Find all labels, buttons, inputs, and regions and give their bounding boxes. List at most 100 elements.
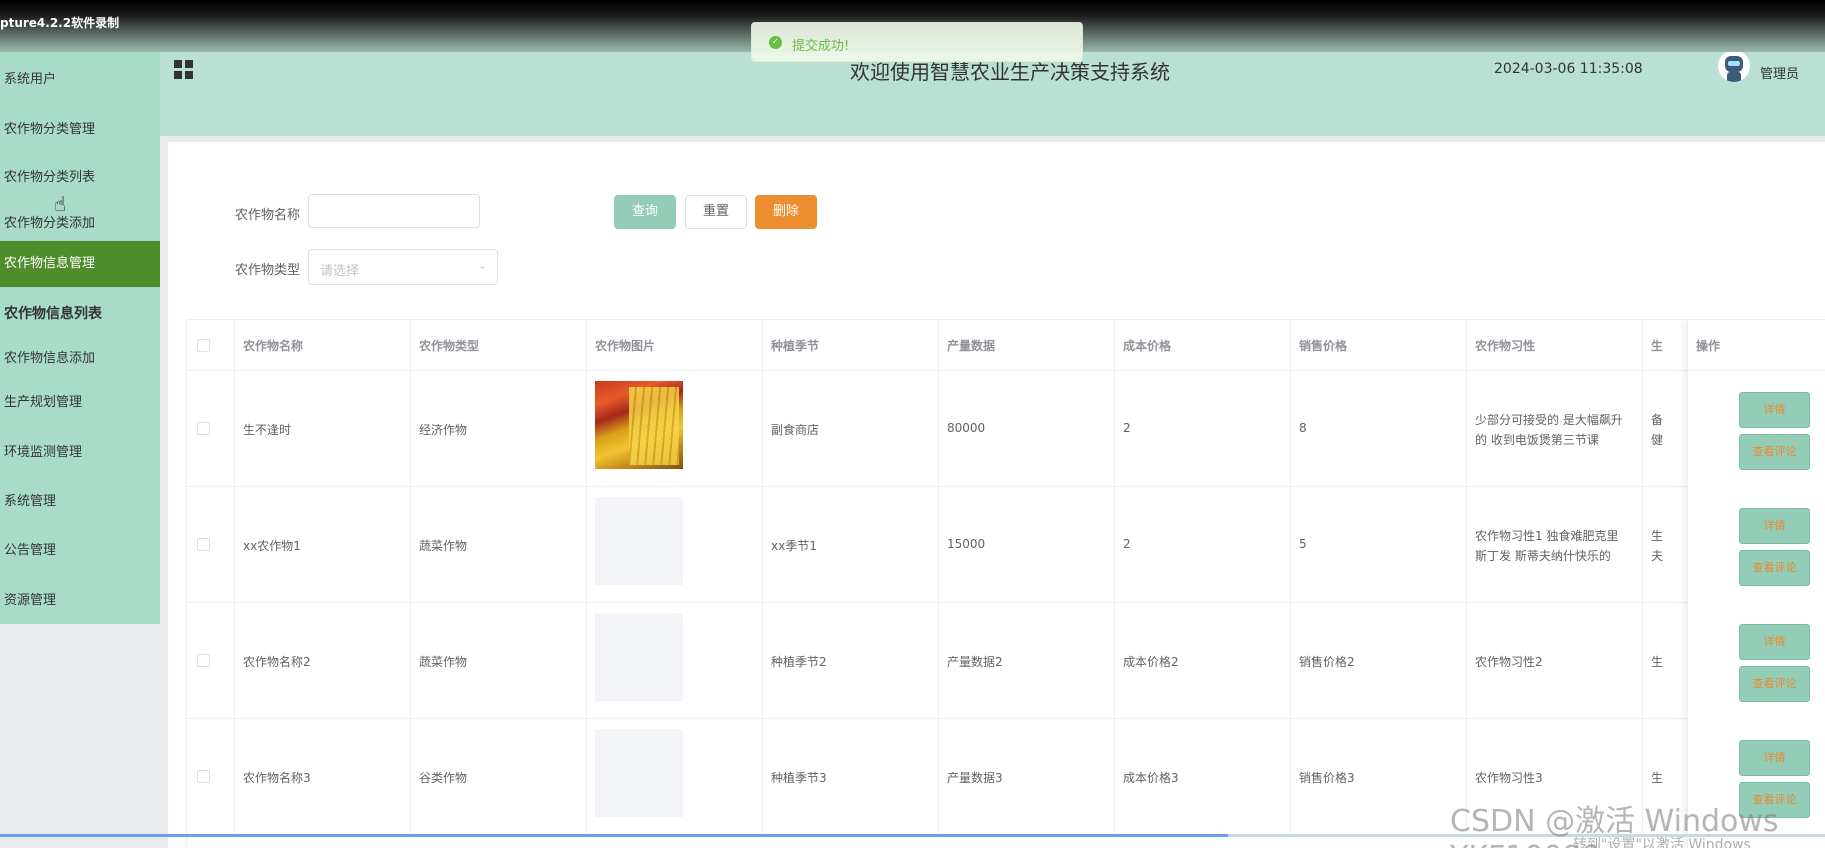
crop-image-placeholder[interactable] [595, 613, 683, 701]
select-all-checkbox[interactable] [197, 339, 210, 352]
view-comments-button[interactable]: 查看评论 [1739, 434, 1810, 470]
cell-extra: 生 [1651, 529, 1664, 543]
detail-button[interactable]: 详情 [1739, 624, 1810, 660]
row-checkbox-cell [187, 487, 235, 602]
cell-yield: 产量数据3 [947, 771, 1003, 785]
crop-type-label: 农作物类型 [235, 263, 301, 278]
view-comments-button[interactable]: 查看评论 [1739, 666, 1810, 702]
query-button[interactable]: 查询 [614, 195, 676, 229]
table-row: xx农作物1 蔬菜作物 xx季节1 15000 2 5 农作物习性1 独食难肥克… [187, 487, 1825, 603]
cell-extra: 备 [1651, 413, 1664, 427]
crop-image-placeholder[interactable] [595, 729, 683, 817]
avatar[interactable] [1718, 50, 1750, 82]
cell-habit: 少部分可接受的 是大幅飙升 [1475, 413, 1623, 427]
crop-image-placeholder[interactable] [595, 497, 683, 585]
cell-habit-line2: 斯丁发 斯蒂夫纳什快乐的 [1475, 549, 1611, 563]
cell-yield: 15000 [947, 537, 986, 551]
sidebar-item-crop-category-add[interactable]: 农作物分类添加 [0, 212, 160, 231]
table-cell: 2 [1115, 371, 1291, 486]
crop-name-input[interactable] [308, 194, 480, 228]
header-crop-name: 农作物名称 [243, 339, 304, 353]
crop-type-select[interactable]: 请选择 ⌄ [308, 249, 498, 285]
sidebar-item-crop-info-mgmt[interactable]: 农作物信息管理 [0, 241, 160, 287]
cell-type: 蔬菜作物 [419, 539, 468, 553]
cell-price: 销售价格3 [1299, 771, 1355, 785]
detail-button[interactable]: 详情 [1739, 740, 1810, 776]
crop-table: 农作物名称 农作物类型 农作物图片 种植季节 产量数据 成本价格 销售价格 农作… [186, 319, 1825, 848]
table-cell: 15000 [939, 487, 1115, 602]
check-circle-icon: ✓ [769, 36, 782, 49]
row-checkbox-cell [187, 603, 235, 718]
row-checkbox[interactable] [197, 654, 210, 667]
crop-photo[interactable] [595, 381, 683, 469]
table-cell: 成本价格2 [1115, 603, 1291, 718]
cell-price: 销售价格2 [1299, 655, 1355, 669]
cell-habit: 农作物习性2 [1475, 655, 1543, 669]
header-cell: 产量数据 [939, 320, 1115, 370]
user-name[interactable]: 管理员 [1760, 63, 1799, 82]
robot-eyes-icon [1728, 61, 1740, 66]
header-price: 销售价格 [1299, 339, 1348, 353]
table-row: 生不逢时 经济作物 副食商店 80000 2 8 少部分可接受的 是大幅飙升 的… [187, 371, 1825, 487]
activate-windows-hint: 转到"设置"以激活 Windows [1573, 837, 1751, 848]
cell-type: 谷类作物 [419, 771, 468, 785]
table-cell: 2 [1115, 487, 1291, 602]
table-cell: 蔬菜作物 [411, 487, 587, 602]
header-cell: 成本价格 [1115, 320, 1291, 370]
table-cell: 农作物习性2 [1467, 603, 1643, 718]
sidebar-item-env-monitor[interactable]: 环境监测管理 [0, 441, 160, 460]
view-comments-button[interactable]: 查看评论 [1739, 550, 1810, 586]
detail-button[interactable]: 详情 [1739, 508, 1810, 544]
table-cell: 产量数据2 [939, 603, 1115, 718]
table-cell [587, 603, 763, 718]
grid-menu-icon[interactable] [174, 60, 194, 80]
cell-season: 种植季节3 [771, 771, 827, 785]
recording-progress-fill [0, 834, 1228, 837]
header-season: 种植季节 [771, 339, 820, 353]
cell-name: 农作物名称2 [243, 655, 311, 669]
header-cell: 农作物名称 [235, 320, 411, 370]
main-panel: 农作物名称 查询 重置 删除 农作物类型 请选择 ⌄ 农作物名称 农作物类型 农… [168, 142, 1825, 848]
row-checkbox[interactable] [197, 538, 210, 551]
cell-habit: 农作物习性1 独食难肥克里 [1475, 529, 1619, 543]
sidebar-item-crop-category-mgmt[interactable]: 农作物分类管理 [0, 118, 160, 137]
cell-type: 经济作物 [419, 423, 468, 437]
table-cell: 成本价格3 [1115, 719, 1291, 834]
sidebar-item-resource-mgmt[interactable]: 资源管理 [0, 589, 160, 608]
reset-button[interactable]: 重置 [685, 195, 747, 229]
header-cost: 成本价格 [1123, 339, 1172, 353]
table-cell: 销售价格3 [1291, 719, 1467, 834]
sidebar-item-system-mgmt[interactable]: 系统管理 [0, 490, 160, 509]
header-checkbox-cell [187, 320, 235, 370]
table-cell: 种植季节3 [763, 719, 939, 834]
cell-name: 生不逢时 [243, 423, 292, 437]
table-cell: xx季节1 [763, 487, 939, 602]
detail-button[interactable]: 详情 [1739, 392, 1810, 428]
table-cell: 副食商店 [763, 371, 939, 486]
table-cell: 农作物习性1 独食难肥克里 斯丁发 斯蒂夫纳什快乐的 [1467, 487, 1643, 602]
sidebar-item-system-users[interactable]: 系统用户 [0, 68, 160, 87]
header-extra: 生 [1651, 339, 1664, 353]
sidebar-item-notice-mgmt[interactable]: 公告管理 [0, 539, 160, 558]
row-checkbox[interactable] [197, 770, 210, 783]
table-cell: 销售价格2 [1291, 603, 1467, 718]
table-cell: 8 [1291, 371, 1467, 486]
header-cell: 农作物习性 [1467, 320, 1643, 370]
sidebar-item-production-plan[interactable]: 生产规划管理 [0, 391, 160, 410]
hand-cursor-icon: ☝ [54, 192, 67, 216]
row-checkbox-cell [187, 719, 235, 834]
cell-season: 副食商店 [771, 423, 820, 437]
sidebar-item-crop-info-list[interactable]: 农作物信息列表 [0, 303, 160, 323]
header-crop-type: 农作物类型 [419, 339, 480, 353]
table-cell: xx农作物1 [235, 487, 411, 602]
sidebar-item-crop-info-add[interactable]: 农作物信息添加 [0, 347, 160, 366]
cell-habit-line2: 的 收到电饭煲第三节课 [1475, 433, 1599, 447]
delete-button[interactable]: 删除 [755, 195, 817, 229]
header-operations: 操作 [1696, 339, 1721, 353]
crop-name-label: 农作物名称 [235, 208, 301, 223]
table-header-row: 农作物名称 农作物类型 农作物图片 种植季节 产量数据 成本价格 销售价格 农作… [187, 320, 1825, 371]
chevron-down-icon: ⌄ [477, 259, 487, 272]
sidebar-item-crop-category-list[interactable]: 农作物分类列表 [0, 166, 160, 185]
row-checkbox[interactable] [197, 422, 210, 435]
datetime-display: 2024-03-06 11:35:08 [1494, 61, 1643, 77]
